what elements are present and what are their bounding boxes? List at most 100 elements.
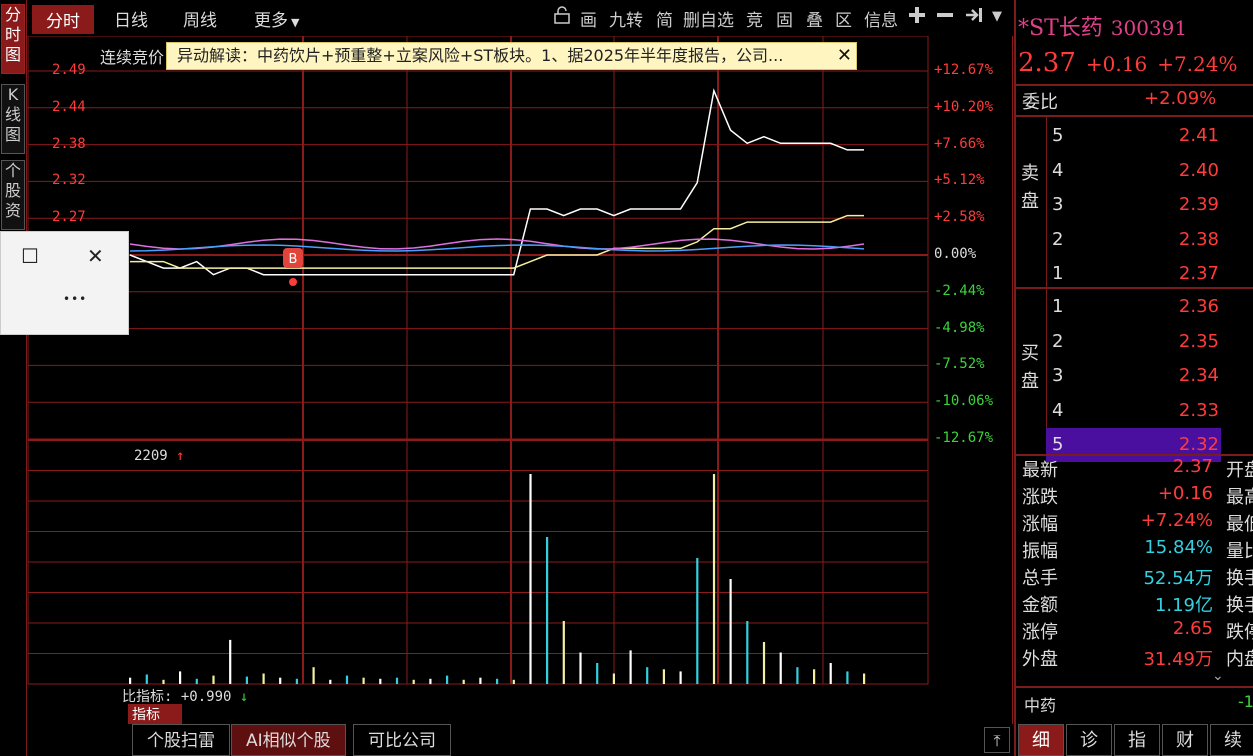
sell-order-row[interactable]: 4 2.40: [1046, 154, 1221, 188]
stat-label: 金额: [1022, 595, 1058, 616]
volume-bar: [179, 671, 182, 684]
volume-bar: [379, 678, 382, 685]
stat-value: 2.37: [1172, 456, 1213, 477]
sell-order-row[interactable]: 1 2.37: [1046, 257, 1221, 291]
volume-bar: [612, 673, 615, 684]
info-button[interactable]: 信息: [864, 6, 898, 31]
volume-bar: [412, 679, 415, 684]
sell-order-row[interactable]: 5 2.41: [1046, 119, 1221, 153]
volume-bar: [496, 678, 499, 685]
sell-order-row[interactable]: 3 2.39: [1046, 188, 1221, 222]
tab-ai-similar-stocks[interactable]: AI相似个股: [231, 724, 346, 756]
close-icon[interactable]: ✕: [87, 244, 104, 268]
volume-bar: [863, 673, 866, 684]
tab-indicator[interactable]: 指: [1114, 724, 1160, 756]
stat-label-secondary: 最高: [1226, 487, 1253, 508]
avg-price-line: [130, 214, 864, 269]
buy-order-row[interactable]: 3 2.34: [1046, 359, 1221, 393]
tab-more[interactable]: 更多 ▼: [254, 6, 299, 31]
percent-tick-label: -12.67%: [934, 430, 994, 446]
bottom-tabs: 个股扫雷 AI相似个股 可比公司: [128, 724, 1013, 756]
close-icon[interactable]: ✕: [837, 43, 852, 69]
volume-bar: [696, 558, 699, 684]
stat-value: +0.16: [1157, 483, 1213, 504]
volume-bar: [512, 679, 515, 684]
pin-button[interactable]: 固: [776, 6, 793, 31]
stat-row: 总手 52.54万换手: [1022, 564, 1253, 591]
lock-icon[interactable]: [552, 6, 572, 29]
stat-row: 涨跌 +0.16 最高: [1022, 483, 1253, 510]
divider: [1016, 686, 1253, 688]
stat-value: 52.54万: [1143, 568, 1213, 589]
tab-detail[interactable]: 细: [1018, 724, 1064, 756]
intraday-chart[interactable]: B: [0, 0, 1013, 724]
volume-bar: [796, 667, 799, 684]
range-button[interactable]: 区: [835, 6, 852, 31]
percent-tick-label: -2.44%: [934, 282, 985, 299]
volume-bar: [362, 677, 365, 684]
stat-value: +7.24%: [1140, 510, 1213, 531]
price-tick-label: 2.27: [52, 209, 86, 226]
order-price: 2.37: [1178, 263, 1219, 284]
stock-code: 300391: [1110, 16, 1188, 40]
tab-continue[interactable]: 续: [1210, 724, 1253, 756]
price-tick-label: 2.38: [52, 135, 86, 152]
buy-order-row[interactable]: 4 2.33: [1046, 394, 1221, 428]
price-line: [129, 88, 864, 276]
stock-name: *ST长药: [1018, 16, 1103, 41]
tab-weekly[interactable]: 周线: [183, 6, 217, 31]
volume-bar: [162, 679, 165, 684]
volume-bar: [729, 579, 732, 684]
tab-intraday-chart[interactable]: 分 时 图: [1, 4, 25, 74]
tab-stock-risk-scan[interactable]: 个股扫雷: [132, 724, 230, 756]
simple-mode-button[interactable]: 简: [656, 6, 673, 31]
skip-end-icon[interactable]: [964, 6, 984, 29]
overlay-button[interactable]: 叠: [806, 6, 823, 31]
order-level: 4: [1052, 399, 1064, 421]
restore-icon[interactable]: ☐: [21, 244, 39, 268]
divider: [1016, 84, 1253, 86]
tab-stock-info[interactable]: 个 股 资: [1, 160, 25, 230]
tab-intraday[interactable]: 分时: [32, 5, 94, 34]
dropdown-icon[interactable]: ▼: [992, 9, 1002, 24]
expand-icon[interactable]: ⌄: [1212, 668, 1224, 684]
stat-value: 31.49万: [1143, 649, 1213, 670]
order-price: 2.33: [1178, 399, 1219, 421]
volume-bar: [195, 678, 198, 685]
buy-marker-label: B: [289, 252, 298, 267]
volume-bar: [345, 675, 349, 684]
tab-finance[interactable]: 财: [1162, 724, 1208, 756]
remove-watchlist-button[interactable]: 删自选: [683, 6, 734, 31]
auction-button[interactable]: 竞: [746, 6, 763, 31]
order-level: 2: [1052, 228, 1064, 250]
stat-value: 1.19亿: [1154, 595, 1213, 616]
scroll-top-icon[interactable]: ⤒: [984, 727, 1010, 753]
buy-order-row[interactable]: 1 2.36: [1046, 290, 1221, 324]
alert-banner[interactable]: 异动解读：中药饮片+预重整+立案风险+ST板块。1、据2025年半年度报告，公司…: [166, 42, 857, 70]
volume-bar: [312, 667, 315, 684]
draw-tool-button[interactable]: 画: [580, 6, 597, 31]
buy-order-row[interactable]: 2 2.35: [1046, 325, 1221, 359]
tab-comparable-companies[interactable]: 可比公司: [353, 724, 451, 756]
sell-order-row[interactable]: 2 2.38: [1046, 223, 1221, 257]
indicator-tab[interactable]: 指标: [128, 704, 182, 724]
buy-side-label: 买 盘: [1021, 343, 1039, 392]
stat-label: 总手: [1022, 568, 1058, 589]
sector-name[interactable]: 中药: [1024, 692, 1056, 716]
tab-daily[interactable]: 日线: [114, 6, 148, 31]
percent-tick-label: +10.20%: [934, 98, 994, 115]
more-icon[interactable]: •••: [63, 292, 87, 306]
indicator-text: 比指标: +0.990: [122, 689, 232, 705]
volume-bar: [662, 669, 665, 684]
stat-label: 涨停: [1022, 622, 1058, 643]
tab-diagnose[interactable]: 诊: [1066, 724, 1112, 756]
chart-title: 连续竞价: [100, 48, 165, 67]
tab-kline-chart[interactable]: K 线 图: [1, 84, 25, 154]
volume-bar: [245, 676, 248, 684]
minus-icon[interactable]: [936, 6, 954, 29]
volume-readout: 2209 ↑: [134, 448, 185, 464]
plus-icon[interactable]: [908, 6, 926, 29]
volume-bar: [762, 642, 766, 684]
percent-tick-label: 0.00%: [934, 246, 977, 262]
nine-turn-button[interactable]: 九转: [609, 6, 643, 31]
